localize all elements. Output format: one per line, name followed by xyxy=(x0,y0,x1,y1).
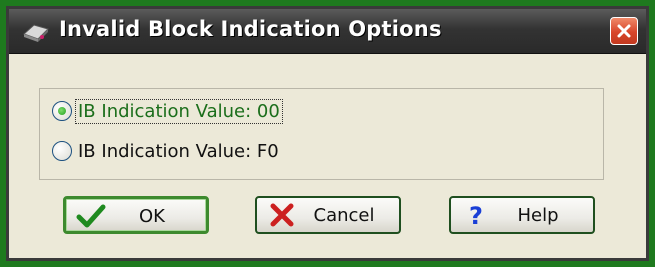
radio-selected-dot xyxy=(58,107,66,115)
help-button[interactable]: ? Help xyxy=(449,196,595,234)
option-label-00[interactable]: IB Indication Value: 00 xyxy=(75,98,283,124)
cancel-label: Cancel xyxy=(313,205,375,226)
help-label: Help xyxy=(517,205,559,226)
question-mark-icon: ? xyxy=(461,202,491,230)
window-frame: Invalid Block Indication Options IB Indi… xyxy=(0,0,655,267)
drive-icon xyxy=(21,21,51,43)
ok-button[interactable]: OK xyxy=(63,196,209,234)
x-mark-icon xyxy=(267,203,297,227)
indication-option-group: IB Indication Value: 00 IB Indication Va… xyxy=(39,88,604,180)
option-label-f0[interactable]: IB Indication Value: F0 xyxy=(76,140,281,163)
checkmark-icon xyxy=(76,204,106,228)
close-button[interactable] xyxy=(610,17,638,45)
cancel-button[interactable]: Cancel xyxy=(255,196,401,234)
close-icon xyxy=(617,24,631,38)
option-ib-f0[interactable]: IB Indication Value: F0 xyxy=(52,137,281,165)
option-ib-00[interactable]: IB Indication Value: 00 xyxy=(52,97,283,125)
svg-text:?: ? xyxy=(469,203,483,227)
ok-label: OK xyxy=(139,206,165,227)
radio-button-00[interactable] xyxy=(52,101,72,121)
title-bar[interactable]: Invalid Block Indication Options xyxy=(9,9,646,54)
radio-button-f0[interactable] xyxy=(52,141,72,161)
window-title: Invalid Block Indication Options xyxy=(59,17,442,41)
dialog-window: Invalid Block Indication Options IB Indi… xyxy=(6,6,649,261)
dialog-body: IB Indication Value: 00 IB Indication Va… xyxy=(9,54,646,258)
